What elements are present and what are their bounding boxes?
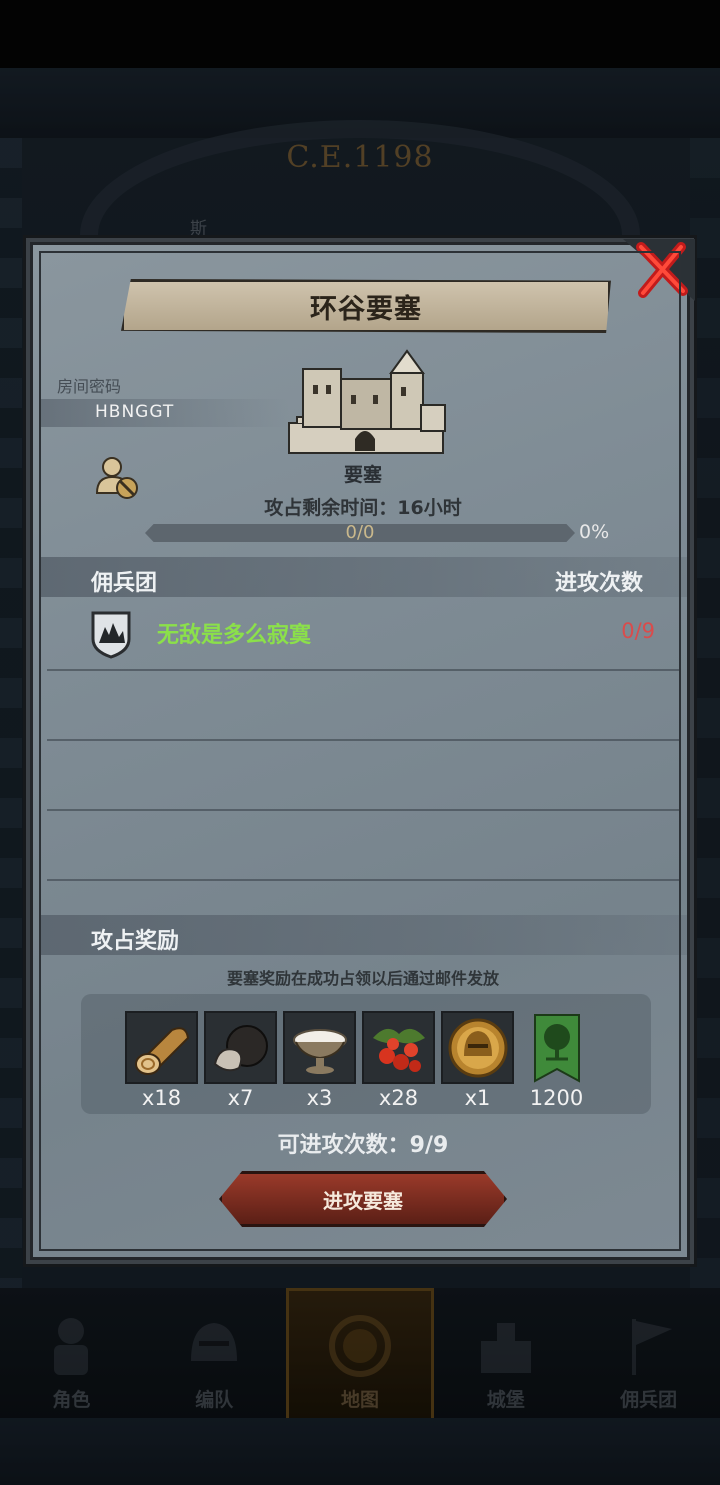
- reward-qty: x18: [141, 1086, 182, 1110]
- attack-fortress-button[interactable]: 进攻要塞: [219, 1171, 507, 1227]
- close-icon[interactable]: [623, 239, 695, 301]
- truffle-icon: [213, 1024, 268, 1071]
- mercenary-name: 无敌是多么寂寞: [157, 623, 312, 648]
- reward-item[interactable]: x3: [283, 1011, 356, 1110]
- remaining-time: 攻占剩余时间：16小时: [264, 497, 462, 519]
- reward-item[interactable]: x1: [441, 1011, 514, 1110]
- capture-progress-percent: 0%: [579, 521, 610, 543]
- reward-item[interactable]: 1200: [520, 1011, 593, 1110]
- fortress-label: 要塞: [343, 464, 382, 486]
- room-code-label: 房间密码: [57, 377, 122, 396]
- reward-qty: x7: [227, 1086, 254, 1110]
- fortress-dialog: 环谷要塞 房间密码 HBNGGT 要塞 攻占剩余时间：16小时 0/0 0% 佣…: [30, 239, 695, 1260]
- salt-bowl-icon: [292, 1028, 347, 1074]
- attack-count-header: 进攻次数: [554, 571, 643, 596]
- fortress-castle-icon: [288, 349, 446, 454]
- room-code-value: HBNGGT: [95, 402, 175, 422]
- reward-qty: 1200: [529, 1086, 584, 1110]
- mercenary-header: 佣兵团: [91, 571, 158, 596]
- reward-qty: x1: [464, 1086, 491, 1110]
- wood-log-icon: [134, 1026, 189, 1075]
- mercenary-row[interactable]: 无敌是多么寂寞 0/9: [47, 601, 679, 671]
- remaining-attempts: 可进攻次数：9/9: [277, 1133, 449, 1158]
- empty-row: [47, 671, 679, 741]
- title-plate: 环谷要塞: [121, 279, 611, 333]
- reward-note: 要塞奖励在成功占领以后通过邮件发放: [226, 969, 499, 988]
- berries-icon: [372, 1028, 425, 1072]
- attack-button-label: 进攻要塞: [323, 1188, 403, 1213]
- reward-item[interactable]: x28: [362, 1011, 435, 1110]
- empty-row: [47, 811, 679, 881]
- dialog-title: 环谷要塞: [310, 293, 422, 325]
- capture-progress-text: 0/0: [345, 522, 375, 543]
- tree-banner-icon: [533, 1013, 580, 1083]
- reward-item[interactable]: x7: [204, 1011, 277, 1110]
- reward-qty: x28: [378, 1086, 419, 1110]
- reward-item[interactable]: x18: [125, 1011, 198, 1110]
- mercenary-attack-count: 0/9: [621, 619, 655, 643]
- reward-header: 攻占奖励: [91, 929, 180, 954]
- reward-panel: x18 x7 x3 x28 x1 1200: [81, 994, 651, 1114]
- gold-helmet-coin-icon: [448, 1018, 507, 1077]
- reward-qty: x3: [306, 1086, 333, 1110]
- guild-shield-icon: [91, 611, 131, 659]
- empty-row: [47, 741, 679, 811]
